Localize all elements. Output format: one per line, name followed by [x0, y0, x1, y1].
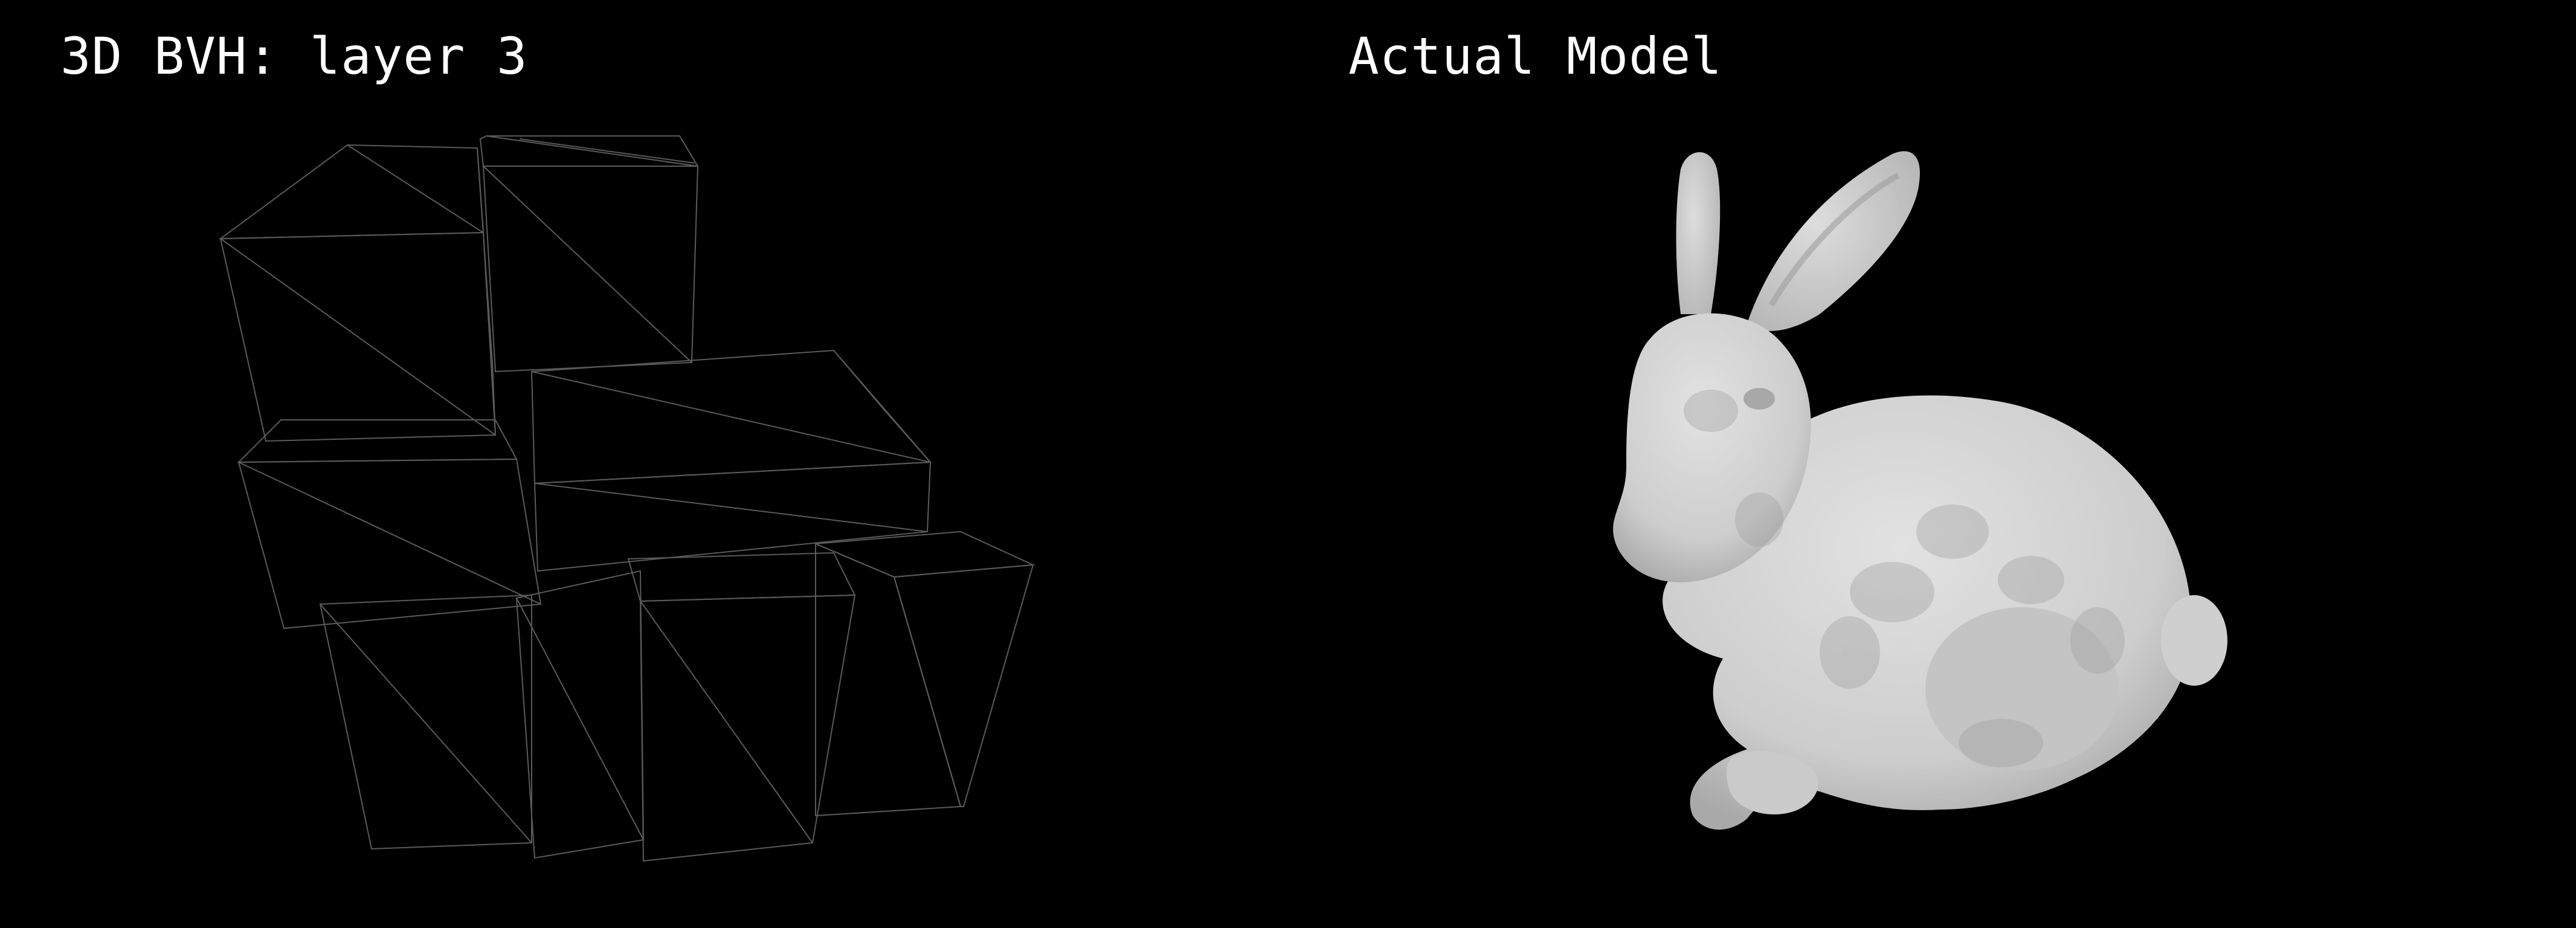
bvh-box-upper-left: [218, 144, 497, 442]
model-viewport[interactable]: Actual Model: [1288, 0, 2576, 928]
bvh-render: [218, 135, 1035, 862]
bvh-box-middle-right: [530, 349, 932, 572]
bunny-eye: [1744, 388, 1775, 410]
bvh-box-lower-left: [319, 594, 532, 850]
bvh-viewport[interactable]: 3D BVH: layer 3: [0, 0, 1288, 928]
bvh-box-lower-right: [815, 530, 1035, 817]
bunny-tail: [2161, 595, 2227, 686]
bvh-box-upper-right: [479, 135, 699, 373]
bunny-ear-left: [1676, 152, 1721, 314]
bvh-box-lower-mid: [515, 570, 645, 859]
bunny-render: [1613, 151, 2227, 830]
